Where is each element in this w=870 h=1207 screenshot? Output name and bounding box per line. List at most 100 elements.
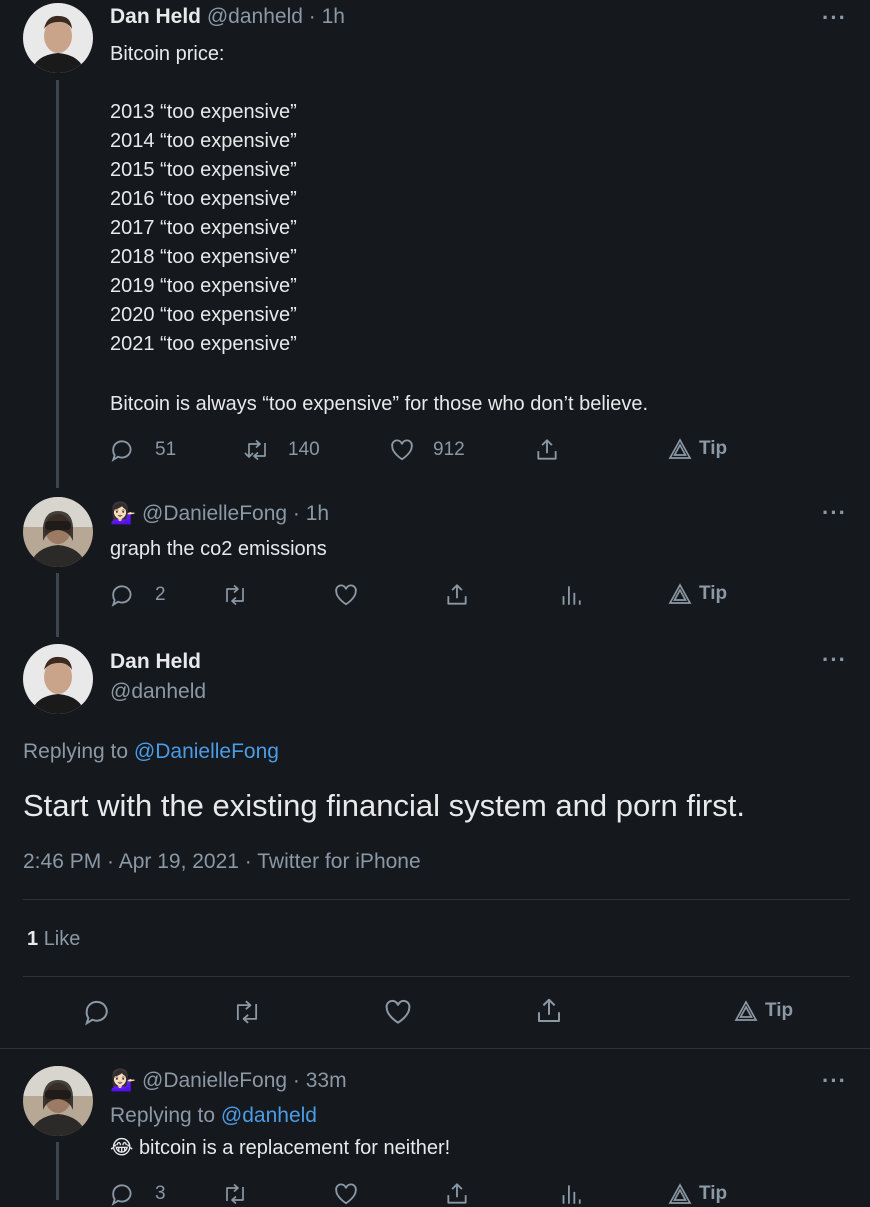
likes-stat-count: 1 [27,928,39,950]
tweet1-intro: Bitcoin price: [110,43,225,65]
tweet-line: 2018 “too expensive” [110,246,297,268]
like-count: 912 [433,439,465,460]
tip-icon [668,1183,692,1204]
replying-to-link[interactable]: @DanielleFong [134,740,279,763]
reply-count: 3 [155,1183,166,1204]
tweet2-text: graph the co2 emissions [110,538,327,560]
like-button[interactable] [383,997,413,1027]
retweet-button[interactable] [221,582,249,608]
share-button[interactable] [444,1181,470,1207]
retweet-icon [226,584,244,606]
replying-to-link[interactable]: @danheld [221,1104,317,1127]
retweet-count: 140 [288,439,320,460]
heart-icon [335,584,357,606]
like-button[interactable] [333,1181,359,1207]
retweet-icon [236,1000,258,1024]
divider [23,899,850,900]
like-button[interactable]: 912 [389,437,465,463]
reply-icon [111,440,132,462]
analytics-icon [562,586,581,605]
retweet-button[interactable]: 140 [243,437,320,463]
analytics-button[interactable] [557,1181,583,1207]
tip-label: Tip [765,1000,794,1021]
replying-prefix: Replying to [110,1104,216,1127]
likes-stat[interactable]: 1 Like [27,928,80,951]
avatar-dan-held[interactable] [23,644,93,714]
author-name[interactable]: Dan Held [110,5,201,28]
thread-line [56,1142,59,1200]
analytics-button[interactable] [557,582,583,608]
reply-icon [111,585,132,607]
tweet-line: 2013 “too expensive” [110,101,297,123]
share-icon [447,1183,467,1204]
analytics-icon [562,1185,581,1204]
author-handle[interactable]: @danheld [110,680,206,704]
tweet1-outro: Bitcoin is always “too expensive” for th… [110,393,649,415]
heart-icon [391,439,413,461]
tweet-time[interactable]: · 1h [293,502,329,525]
tip-button[interactable]: Tip [668,1183,727,1205]
tip-button[interactable]: Tip [734,1000,793,1022]
tweet-line: 2014 “too expensive” [110,130,297,152]
likes-stat-label: Like [43,928,81,950]
retweet-button[interactable] [221,1181,249,1207]
more-options-icon[interactable]: ··· [822,5,847,31]
profile-emoji: 💁🏻‍♀️ [110,1069,137,1092]
tweet-line: 2021 “too expensive” [110,333,297,355]
replying-to: Replying to @DanielleFong [23,740,279,764]
divider [23,976,850,977]
tweet-line: 2015 “too expensive” [110,159,297,181]
reply-icon [85,1000,108,1026]
like-button[interactable] [333,582,359,608]
tweet3-text-row: 😂 bitcoin is a replacement for neither! [110,1134,450,1163]
author-handle[interactable]: @danheld [207,5,303,28]
avatar-danielle-fong[interactable] [23,497,93,567]
tip-button[interactable]: Tip [668,583,727,605]
tweet1-header: Dan Held @danheld · 1h [110,5,345,29]
reply-count: 2 [155,584,166,605]
tweet-line: 2019 “too expensive” [110,275,297,297]
reply-button[interactable]: 2 [110,582,166,608]
tweet3-text: bitcoin is a replacement for neither! [138,1137,451,1159]
author-handle[interactable]: @DanielleFong [142,1069,287,1092]
retweet-icon [244,439,266,461]
tweet-time[interactable]: · 33m [293,1069,347,1092]
tweet-time[interactable]: · 1h [309,5,345,28]
tip-label: Tip [699,438,728,459]
tweet-line: 2017 “too expensive” [110,217,297,239]
thread-line [56,80,59,488]
author-handle[interactable]: @DanielleFong [142,502,287,525]
tweet-line: 2016 “too expensive” [110,188,297,210]
tip-label: Tip [699,1183,728,1204]
retweet-button[interactable] [231,997,263,1027]
tip-button[interactable]: Tip [668,438,727,460]
reply-button[interactable]: 51 [110,437,176,463]
heart-icon [335,1183,357,1205]
tweet3-header: 💁🏻‍♀️ @DanielleFong · 33m [110,1069,347,1093]
share-icon [447,584,467,605]
share-icon [538,998,560,1022]
avatar-dan-held[interactable] [23,3,93,73]
tip-icon [668,438,692,459]
reply-button[interactable] [83,997,113,1027]
tip-label: Tip [699,583,728,604]
share-button[interactable] [534,437,560,463]
replying-prefix: Replying to [23,740,129,763]
replying-to: Replying to @danheld [110,1104,317,1128]
divider [0,1048,870,1049]
tweet-meta[interactable]: 2:46 PM · Apr 19, 2021 · Twitter for iPh… [23,850,421,874]
tweet-line: 2020 “too expensive” [110,304,297,326]
tip-icon [668,583,692,604]
share-button[interactable] [444,582,470,608]
reply-count: 51 [155,439,177,460]
author-name[interactable]: Dan Held [110,650,201,674]
share-icon [537,439,557,460]
profile-emoji: 💁🏻‍♀️ [110,502,137,525]
share-button[interactable] [534,995,564,1027]
avatar-danielle-fong[interactable] [23,1066,93,1136]
more-options-icon[interactable]: ··· [822,647,847,673]
more-options-icon[interactable]: ··· [822,1068,847,1094]
more-options-icon[interactable]: ··· [822,500,847,526]
reply-button[interactable]: 3 [110,1181,166,1207]
thread-line [56,573,59,637]
